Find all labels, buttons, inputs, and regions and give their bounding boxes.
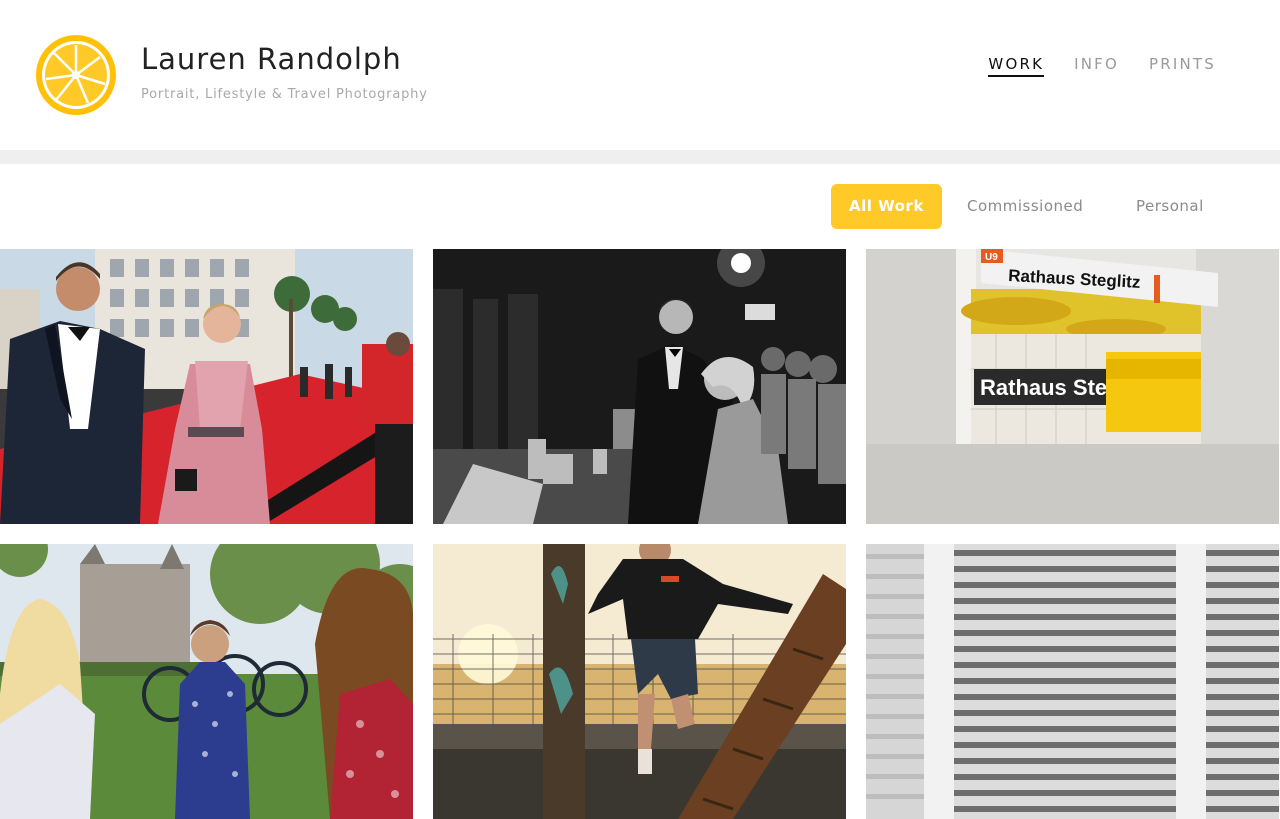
- photo-tile-backstage[interactable]: [433, 249, 846, 524]
- photo-tile-bridge[interactable]: [433, 544, 846, 819]
- photo-subway-station: Rathaus Steglitz U9 Rathaus Steglitz: [866, 249, 1279, 524]
- filter-bar: All Work Commissioned Personal: [0, 164, 1280, 249]
- photo-tile-picnic[interactable]: [0, 544, 413, 819]
- lemon-slice-icon[interactable]: [35, 34, 117, 116]
- header-divider-band: [0, 150, 1280, 164]
- nav-item-info[interactable]: INFO: [1074, 55, 1119, 77]
- photo-red-carpet-couple: [0, 249, 413, 524]
- main-nav: WORK INFO PRINTS: [958, 55, 1216, 77]
- filter-commissioned-button[interactable]: Commissioned: [967, 184, 1083, 229]
- nav-item-work[interactable]: WORK: [988, 55, 1045, 77]
- photo-tile-shutters[interactable]: [866, 544, 1279, 819]
- photo-window-shutters: [866, 544, 1279, 819]
- filter-personal-button[interactable]: Personal: [1136, 184, 1204, 229]
- filter-all-work-button[interactable]: All Work: [831, 184, 942, 229]
- line-u9-badge-text: U9: [985, 252, 998, 263]
- photo-climbing-bridge-sunset: [433, 544, 846, 819]
- site-tagline: Portrait, Lifestyle & Travel Photography: [141, 87, 428, 102]
- photo-tile-subway[interactable]: Rathaus Steglitz U9 Rathaus Steglitz: [866, 249, 1279, 524]
- photo-picnic-friends: [0, 544, 413, 819]
- site-header: Lauren Randolph Portrait, Lifestyle & Tr…: [0, 0, 1280, 150]
- photo-tile-red-carpet[interactable]: [0, 249, 413, 524]
- nav-item-prints[interactable]: PRINTS: [1149, 55, 1216, 77]
- site-name[interactable]: Lauren Randolph: [141, 42, 402, 76]
- photo-backstage-black-and-white: [433, 249, 846, 524]
